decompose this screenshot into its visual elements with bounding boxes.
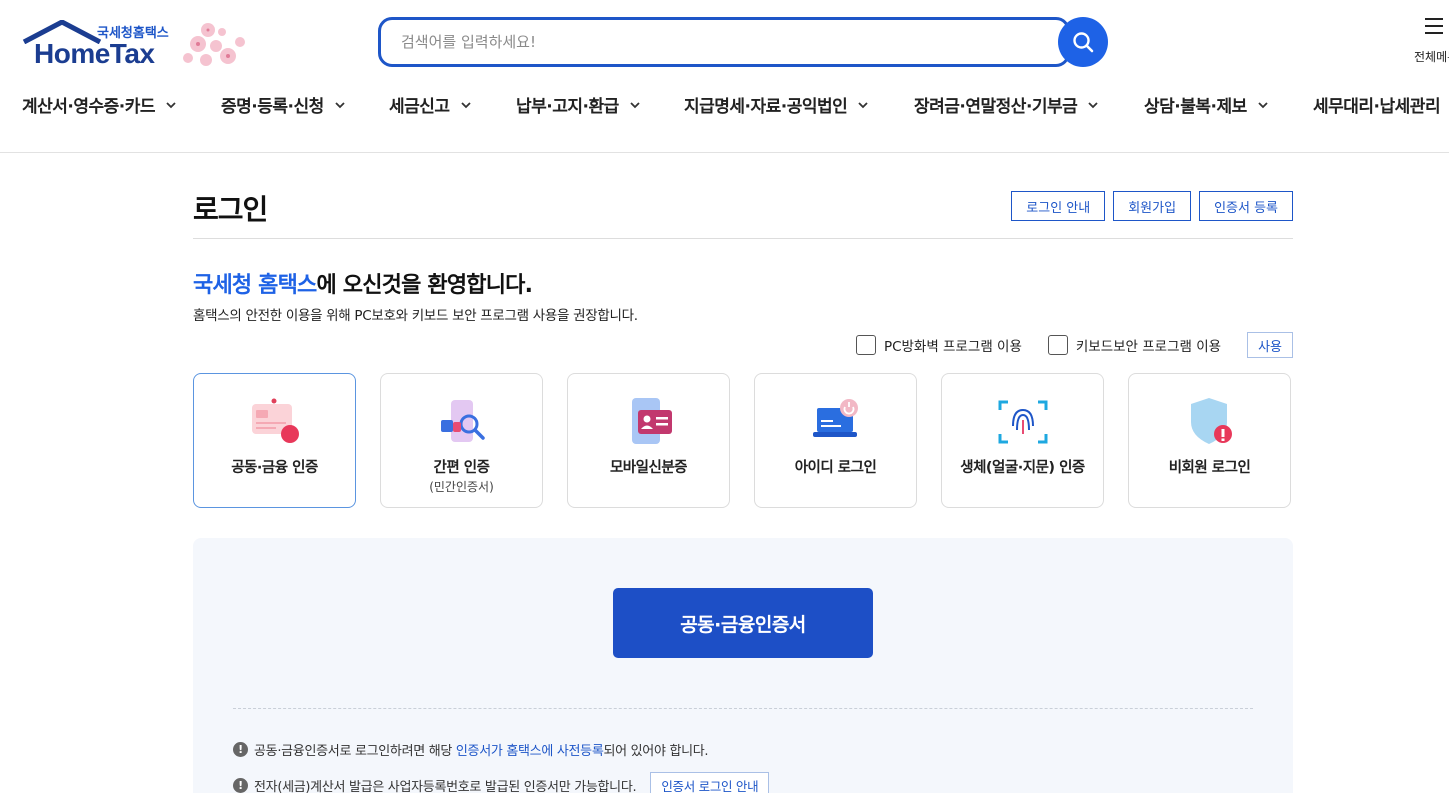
card-guest-login[interactable]: 비회원 로그인 — [1128, 373, 1291, 508]
search-icon — [1073, 32, 1094, 53]
info-text: 전자(세금)계산서 발급은 사업자등록번호로 발급된 인증서만 가능합니다. — [254, 779, 637, 793]
chevron-down-icon — [460, 101, 471, 108]
nav-item-label: 상담·불복·제보 — [1144, 97, 1247, 117]
search-input[interactable] — [381, 20, 1021, 64]
use-button[interactable]: 사용 — [1247, 332, 1293, 358]
search-box — [378, 17, 1070, 67]
all-menu-label: 전체메뉴 — [1414, 50, 1449, 64]
hometax-logo[interactable]: 국세청홈택스 HomeTax — [22, 18, 262, 74]
simple-auth-phone-icon — [440, 400, 485, 442]
nav-item-label: 지급명세·자료·공익법인 — [684, 97, 848, 117]
card-joint-financial-cert[interactable]: 공동·금융 인증 — [193, 373, 356, 508]
keyboard-checkbox[interactable] — [1047, 335, 1068, 355]
nav-item-incentive[interactable]: 장려금·연말정산·기부금 — [914, 92, 1099, 117]
title-divider — [193, 238, 1293, 239]
card-simple-auth[interactable]: 간편 인증 (민간인증서) — [380, 373, 543, 508]
logo-english-text: HomeTax — [34, 38, 155, 69]
cert-register-button[interactable]: 인증서 등록 — [1199, 191, 1293, 221]
chevron-down-icon — [630, 101, 640, 108]
card-label: 간편 인증 — [433, 460, 490, 476]
nav-divider — [0, 152, 1449, 153]
welcome-text: 에 오신것을 환영합니다. — [316, 273, 533, 298]
card-label: 생체(얼굴·지문) 인증 — [960, 460, 1085, 476]
fingerprint-icon — [998, 400, 1047, 444]
info-text: 공동·금융인증서로 로그인하려면 해당 인증서가 홈택스에 사전등록되어 있어야… — [254, 740, 709, 759]
login-guide-button[interactable]: 로그인 안내 — [1011, 191, 1106, 221]
hamburger-icon — [1425, 18, 1443, 34]
chevron-down-icon — [335, 101, 345, 108]
login-panel: 공동·금융인증서 ! 공동·금융인증서로 로그인하려면 해당 인증서가 홈택스에… — [193, 538, 1293, 793]
nav-item-statement[interactable]: 지급명세·자료·공익법인 — [684, 92, 869, 117]
nav-item-tax-report[interactable]: 세금신고 — [389, 92, 472, 117]
firewall-checkbox[interactable] — [855, 335, 876, 355]
card-label: 모바일신분증 — [609, 460, 688, 476]
search-button[interactable] — [1058, 17, 1108, 67]
nav-item-consulting[interactable]: 상담·불복·제보 — [1144, 92, 1269, 117]
security-notice: 홈택스의 안전한 이용을 위해 PC보호와 키보드 보안 프로그램 사용을 권장… — [193, 308, 638, 324]
welcome-heading: 국세청 홈택스에 오신것을 환영합니다. — [193, 267, 533, 299]
cert-login-guide-button[interactable]: 인증서 로그인 안내 — [650, 772, 770, 793]
exclamation-icon: ! — [233, 777, 248, 793]
login-method-cards: 공동·금융 인증 간편 인증 (민간인증서) 모바일신분증 아이디 로그인 생체… — [193, 373, 1291, 508]
info-text-part: 되어 있어야 합니다. — [603, 744, 709, 759]
chevron-down-icon — [1258, 101, 1268, 108]
welcome-highlight: 국세청 홈택스 — [193, 273, 317, 298]
firewall-label: PC방화벽 프로그램 이용 — [883, 339, 1022, 355]
keyboard-option[interactable]: 키보드보안 프로그램 이용 — [1047, 335, 1222, 355]
card-label: 아이디 로그인 — [794, 460, 877, 476]
joint-financial-cert-login-button[interactable]: 공동·금융인증서 — [613, 588, 873, 658]
preregister-link[interactable]: 인증서가 홈택스에 사전등록 — [456, 744, 604, 759]
nav-item-label: 세무대리·납세관리 — [1313, 97, 1441, 117]
info-text-part: 공동·금융인증서로 로그인하려면 해당 — [254, 744, 456, 759]
info-line-preregister: ! 공동·금융인증서로 로그인하려면 해당 인증서가 홈택스에 사전등록되어 있… — [233, 740, 709, 759]
chevron-down-icon — [166, 101, 176, 108]
nav-item-label: 세금신고 — [389, 97, 450, 117]
info-line-business-cert: ! 전자(세금)계산서 발급은 사업자등록번호로 발급된 인증서만 가능합니다.… — [233, 772, 770, 793]
nav-item-label: 납부·고지·환급 — [516, 97, 619, 117]
firewall-option[interactable]: PC방화벽 프로그램 이용 — [855, 335, 1022, 355]
main-nav: 계산서·영수증·카드 증명·등록·신청 세금신고 납부·고지·환급 지급명세·자… — [0, 92, 1449, 132]
security-options: PC방화벽 프로그램 이용 키보드보안 프로그램 이용 사용 — [855, 332, 1293, 358]
certificate-card-icon — [251, 398, 299, 443]
signup-button[interactable]: 회원가입 — [1113, 191, 1192, 221]
card-id-login[interactable]: 아이디 로그인 — [754, 373, 917, 508]
mobile-id-icon — [631, 398, 672, 444]
card-mobile-id[interactable]: 모바일신분증 — [567, 373, 730, 508]
cherry-blossom-icon — [183, 23, 245, 66]
laptop-power-icon — [812, 399, 858, 437]
panel-divider — [233, 708, 1253, 709]
nav-item-certificate[interactable]: 증명·등록·신청 — [221, 92, 346, 117]
top-button-group: 로그인 안내 회원가입 인증서 등록 — [1011, 191, 1293, 221]
nav-item-tax-agent[interactable]: 세무대리·납세관리 — [1313, 92, 1441, 117]
nav-item-label: 장려금·연말정산·기부금 — [914, 97, 1078, 117]
chevron-down-icon — [1088, 101, 1098, 108]
page-title: 로그인 — [193, 193, 268, 226]
keyboard-label: 키보드보안 프로그램 이용 — [1075, 339, 1222, 355]
nav-item-invoice[interactable]: 계산서·영수증·카드 — [22, 92, 177, 117]
card-biometric[interactable]: 생체(얼굴·지문) 인증 — [941, 373, 1104, 508]
chevron-down-icon — [858, 101, 868, 108]
card-label: 공동·금융 인증 — [231, 460, 318, 476]
exclamation-icon: ! — [233, 742, 248, 757]
nav-item-label: 계산서·영수증·카드 — [22, 97, 156, 117]
nav-item-label: 증명·등록·신청 — [221, 97, 324, 117]
nav-item-payment[interactable]: 납부·고지·환급 — [516, 92, 641, 117]
card-sublabel: (민간인증서) — [429, 480, 494, 494]
shield-guest-icon — [1190, 398, 1232, 444]
card-label: 비회원 로그인 — [1168, 460, 1251, 476]
all-menu-button[interactable]: 전체메뉴 — [1410, 18, 1449, 65]
